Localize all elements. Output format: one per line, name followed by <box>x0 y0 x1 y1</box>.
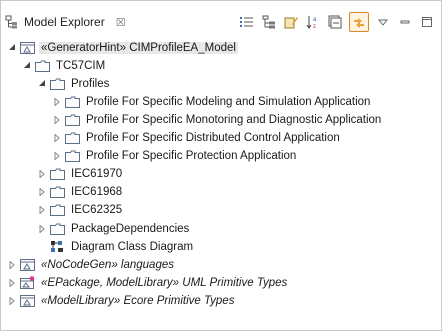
tree-item-label: TC57CIM <box>56 59 106 72</box>
tree-item[interactable]: Diagram Class Diagram <box>37 238 195 255</box>
tree-item[interactable]: «EPackage, ModelLibrary» UML Primitive T… <box>7 274 289 291</box>
no-twisty <box>37 238 47 255</box>
tree-item[interactable]: Profiles <box>37 75 111 92</box>
collapsed-arrow-icon[interactable] <box>37 166 47 183</box>
tab-model-explorer[interactable]: Model Explorer ☒ <box>5 13 126 31</box>
package-icon <box>64 95 80 109</box>
package-icon <box>49 77 65 91</box>
tree-item[interactable]: IEC62325 <box>37 202 124 219</box>
collapsed-arrow-icon[interactable] <box>52 148 62 165</box>
package-icon <box>49 167 65 181</box>
tree-item[interactable]: TC57CIM <box>22 57 107 74</box>
tree-item[interactable]: IEC61970 <box>37 166 124 183</box>
expanded-arrow-icon[interactable] <box>7 39 17 56</box>
collapsed-arrow-icon[interactable] <box>52 93 62 110</box>
expanded-arrow-icon[interactable] <box>22 57 32 74</box>
maximize-icon[interactable] <box>419 14 435 30</box>
close-icon[interactable]: ☒ <box>116 16 126 29</box>
package-icon <box>64 149 80 163</box>
collapsed-arrow-icon[interactable] <box>37 184 47 201</box>
tree-item-label: «ModelLibrary» Ecore Primitive Types <box>41 294 235 307</box>
tree-item-label: IEC62325 <box>71 204 123 217</box>
package-icon <box>64 113 80 127</box>
tree-item-label: «GeneratorHint» CIMProfileEA_Model <box>39 41 238 54</box>
collapsed-arrow-icon[interactable] <box>7 256 17 273</box>
minimize-icon[interactable] <box>397 14 413 30</box>
tree-item-label: Profile For Specific Modeling and Simula… <box>86 95 371 108</box>
diagram-icon <box>49 240 65 254</box>
package-icon <box>64 131 80 145</box>
view-title: Model Explorer <box>24 15 105 29</box>
model-icon <box>19 258 35 272</box>
model-icon <box>19 41 35 55</box>
tree-item-label: «NoCodeGen» languages <box>41 258 174 271</box>
package-icon <box>34 59 50 73</box>
sort-az-icon[interactable]: a z <box>305 14 321 30</box>
package-icon <box>49 185 65 199</box>
tree-item-label: «EPackage, ModelLibrary» UML Primitive T… <box>41 276 288 289</box>
tree-item-label: Profile For Specific Distributed Control… <box>86 132 340 144</box>
package-icon <box>49 203 65 217</box>
tree-item-label: Profile For Specific Protection Applicat… <box>86 150 297 163</box>
tree-item-label: IEC61970 <box>71 168 123 181</box>
view-tab-bar: Model Explorer ☒ a z <box>1 1 441 33</box>
package-icon <box>49 222 65 236</box>
show-list-icon[interactable] <box>239 14 255 30</box>
collapsed-arrow-icon[interactable] <box>37 220 47 237</box>
model-explorer-icon <box>5 15 19 29</box>
tree-item[interactable]: «NoCodeGen» languages <box>7 256 176 273</box>
svg-text:z: z <box>313 24 316 29</box>
edit-icon[interactable] <box>283 14 299 30</box>
tree-item-label: Diagram Class Diagram <box>71 240 194 253</box>
collapsed-arrow-icon[interactable] <box>7 274 17 291</box>
svg-text:a: a <box>313 17 317 23</box>
collapsed-arrow-icon[interactable] <box>52 130 62 147</box>
collapsed-arrow-icon[interactable] <box>7 292 17 309</box>
tree-item[interactable]: «ModelLibrary» Ecore Primitive Types <box>7 292 236 309</box>
tree-item[interactable]: Profile For Specific Monotoring and Diag… <box>52 111 383 128</box>
tree-item-label: PackageDependencies <box>71 222 190 235</box>
tree-item[interactable]: PackageDependencies <box>37 220 191 237</box>
tree-item[interactable]: Profile For Specific Distributed Control… <box>52 130 342 147</box>
collapsed-arrow-icon[interactable] <box>37 202 47 219</box>
link-with-editor-icon[interactable] <box>349 12 369 32</box>
view-toolbar: a z <box>239 12 435 32</box>
tree-item-label: Profile For Specific Monotoring and Diag… <box>86 113 382 126</box>
tree-item[interactable]: IEC61968 <box>37 184 124 201</box>
tree-item[interactable]: Profile For Specific Modeling and Simula… <box>52 93 372 110</box>
expanded-arrow-icon[interactable] <box>37 75 47 92</box>
collapse-all-icon[interactable] <box>327 14 343 30</box>
tree-item-label: IEC61968 <box>71 186 123 199</box>
tree-item-label: Profiles <box>71 77 110 90</box>
tree-item[interactable]: «GeneratorHint» CIMProfileEA_Model <box>7 39 238 56</box>
view-menu-icon[interactable] <box>375 14 391 30</box>
hierarchy-icon[interactable] <box>261 14 277 30</box>
model-library-icon <box>19 275 35 290</box>
model-explorer-view: Model Explorer ☒ a z «GeneratorHint» CIM… <box>0 0 442 331</box>
tree-item[interactable]: Profile For Specific Protection Applicat… <box>52 148 298 165</box>
model-icon <box>19 294 35 308</box>
collapsed-arrow-icon[interactable] <box>52 111 62 128</box>
